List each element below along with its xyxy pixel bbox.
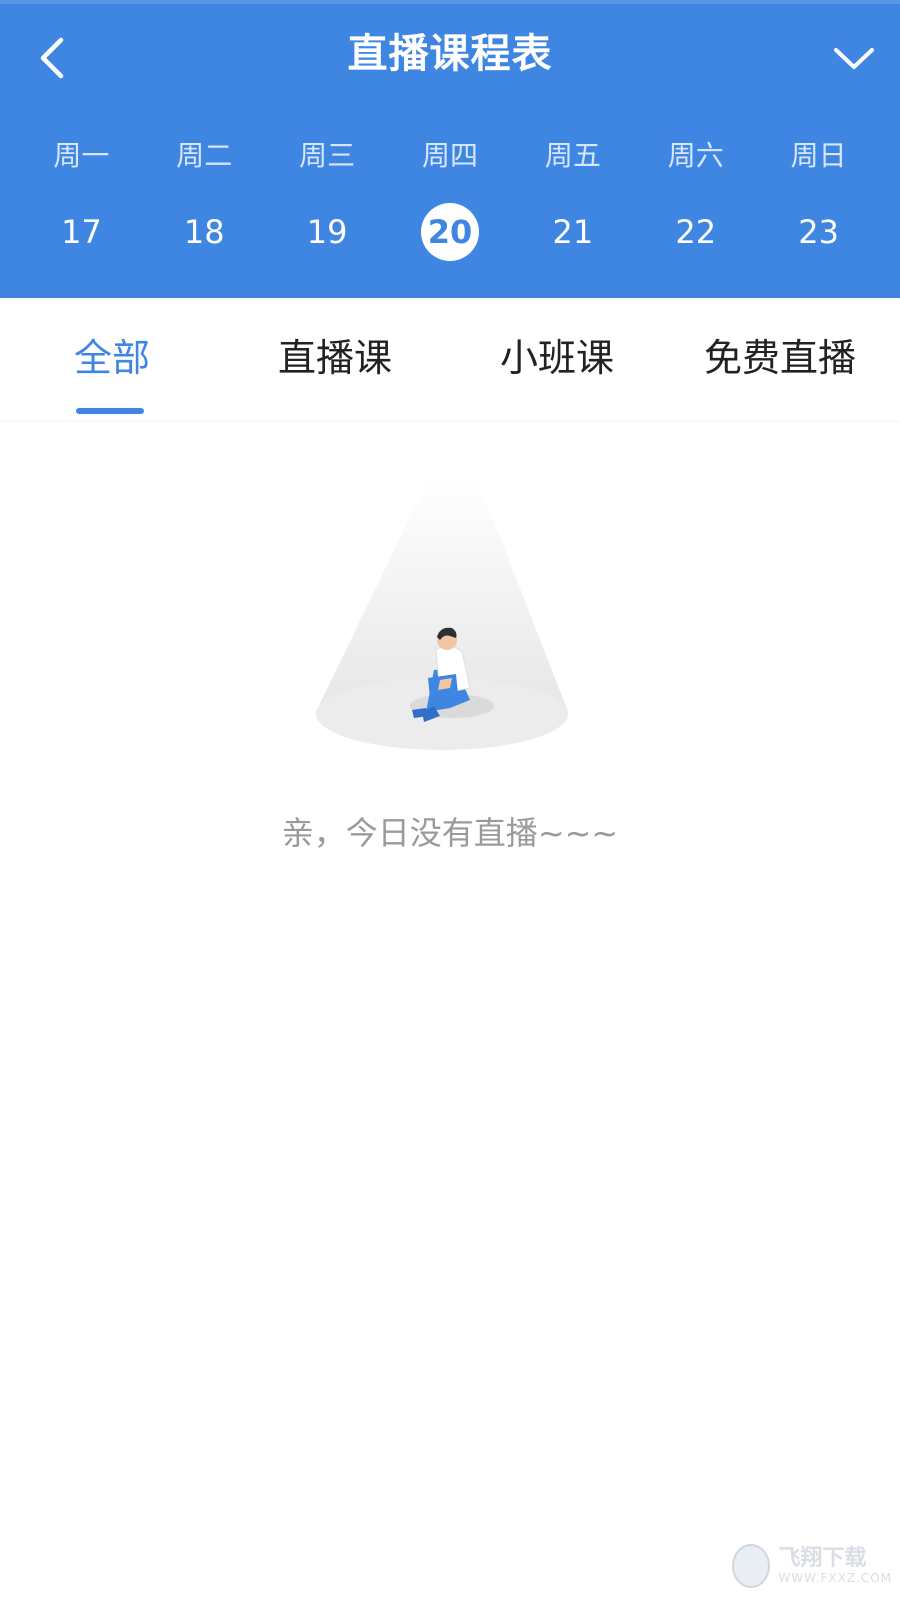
tab-small-class[interactable]: 小班课: [500, 328, 614, 388]
expand-calendar-button[interactable]: [824, 28, 884, 88]
date-cell-selected[interactable]: 20: [389, 200, 512, 264]
header-bar: 直播课程表 周一 周二 周三 周四 周五 周六 周日 17 18 19 20 2…: [0, 0, 900, 298]
watermark-text-en: WWW.FXXZ.COM: [778, 1571, 892, 1585]
date-number: 23: [798, 213, 839, 251]
status-line: [0, 0, 900, 4]
person-sitting-under-spotlight-icon: [316, 480, 568, 750]
date-cell[interactable]: 18: [143, 200, 266, 264]
date-number: 17: [61, 213, 102, 251]
watermark-logo-icon: [732, 1544, 771, 1588]
watermark-text: 飞翔下载 WWW.FXXZ.COM: [778, 1546, 892, 1586]
date-cell[interactable]: 17: [20, 200, 143, 264]
tab-all[interactable]: 全部: [74, 328, 150, 388]
app-screen: 直播课程表 周一 周二 周三 周四 周五 周六 周日 17 18 19 20 2…: [0, 0, 900, 1600]
active-tab-indicator: [76, 408, 144, 414]
weekday-label: 周五: [544, 139, 601, 172]
date-cell[interactable]: 19: [266, 200, 389, 264]
date-cell[interactable]: 21: [511, 200, 634, 264]
weekday-label: 周日: [790, 139, 847, 172]
date-number: 22: [675, 213, 717, 251]
weekday-label: 周一: [53, 139, 110, 172]
watermark-text-cn: 飞翔下载: [778, 1546, 867, 1571]
weekday-row: 周一 周二 周三 周四 周五 周六 周日: [20, 132, 880, 176]
weekday-label: 周三: [299, 139, 356, 172]
date-number: 21: [552, 213, 594, 251]
tab-live-course[interactable]: 直播课: [278, 328, 392, 388]
weekday-label: 周二: [176, 139, 233, 172]
date-number: 20: [421, 203, 479, 261]
weekday-label: 周六: [667, 139, 724, 172]
date-number: 19: [306, 213, 348, 251]
tab-free-live[interactable]: 免费直播: [704, 328, 856, 388]
chevron-down-icon: [834, 48, 874, 69]
date-cell[interactable]: 23: [757, 200, 880, 264]
watermark: 飞翔下载 WWW.FXXZ.COM: [732, 1542, 892, 1590]
course-type-tabs: 全部 直播课 小班课 免费直播: [0, 298, 900, 420]
page-title: 直播课程表: [347, 31, 553, 77]
date-row: 17 18 19 20 21 22 23: [20, 200, 880, 264]
weekday-label: 周四: [422, 139, 479, 172]
date-cell[interactable]: 22: [634, 200, 757, 264]
empty-state-message: 亲，今日没有直播~~~: [281, 814, 619, 852]
date-number: 18: [183, 213, 225, 251]
